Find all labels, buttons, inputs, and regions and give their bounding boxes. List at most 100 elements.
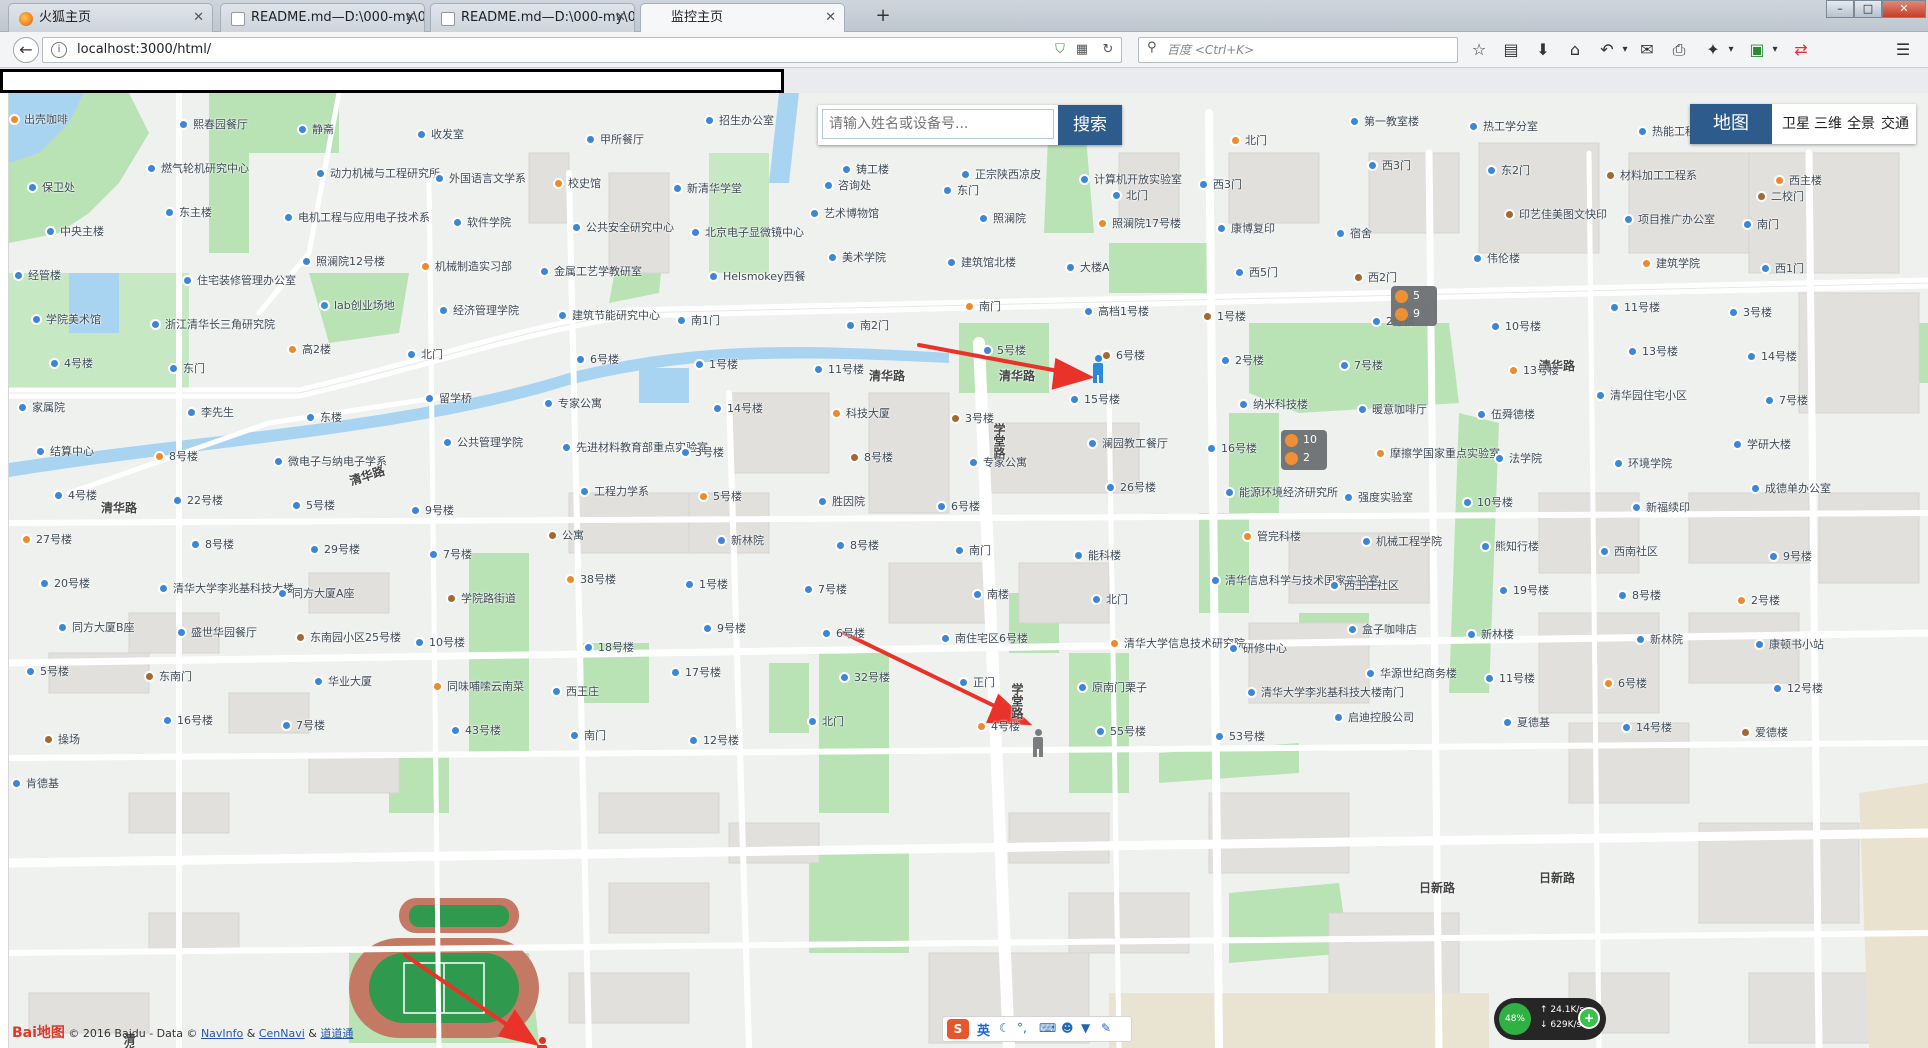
place-label[interactable]: 西王庄 (566, 683, 599, 699)
poi-marker[interactable] (446, 593, 457, 604)
poi-marker[interactable] (1375, 448, 1386, 459)
poi-marker[interactable] (1750, 483, 1761, 494)
back-button[interactable]: ← (13, 37, 39, 63)
poi-marker[interactable] (1333, 712, 1344, 723)
poi-marker[interactable] (688, 735, 699, 746)
place-label[interactable]: 项目推广办公室 (1638, 211, 1715, 227)
chevron-down-icon[interactable]: ▾ (1614, 39, 1636, 61)
daodaotong-link[interactable]: 道道通 (320, 1027, 353, 1040)
place-label[interactable]: 5号楼 (997, 342, 1026, 358)
network-speed-widget[interactable]: 48% ↑ 24.1K/s ↓ 629K/s + (1494, 998, 1606, 1040)
poi-marker[interactable] (684, 579, 695, 590)
poi-marker[interactable] (49, 358, 60, 369)
place-label[interactable]: 1号楼 (699, 576, 728, 592)
place-label[interactable]: 3号楼 (1743, 304, 1772, 320)
poi-marker[interactable] (1760, 263, 1771, 274)
place-label[interactable]: 学研大楼 (1747, 436, 1791, 452)
place-label[interactable]: 法学院 (1509, 450, 1542, 466)
place-label[interactable]: 西1门 (1775, 260, 1804, 276)
place-label[interactable]: 4号楼 (991, 718, 1020, 734)
place-label[interactable]: 暖意咖啡厅 (1372, 401, 1427, 417)
place-label[interactable]: 东楼 (320, 409, 342, 425)
poi-marker[interactable] (1367, 160, 1378, 171)
place-label[interactable]: 北门 (1126, 187, 1148, 203)
poi-marker[interactable] (1343, 492, 1354, 503)
place-label[interactable]: 南门 (969, 542, 991, 558)
poi-marker[interactable] (1502, 717, 1513, 728)
place-label[interactable]: 二校门 (1771, 188, 1804, 204)
place-label[interactable]: 9号楼 (425, 502, 454, 518)
poi-marker[interactable] (158, 583, 169, 594)
place-label[interactable]: 印艺佳美图文快印 (1519, 206, 1607, 222)
reload-icon[interactable]: ↻ (1099, 41, 1117, 59)
poi-marker[interactable] (964, 301, 975, 312)
name-or-device-search-input[interactable] (822, 109, 1054, 139)
poi-marker[interactable] (1595, 390, 1606, 401)
poi-marker[interactable] (1353, 272, 1364, 283)
place-label[interactable]: 公共管理学院 (457, 434, 523, 450)
close-icon[interactable]: ✕ (193, 4, 204, 32)
place-label[interactable]: 结算中心 (50, 443, 94, 459)
poi-marker[interactable] (813, 364, 824, 375)
poi-marker[interactable] (1466, 629, 1477, 640)
place-label[interactable]: 肯德基 (26, 775, 59, 791)
poi-marker[interactable] (1468, 121, 1479, 132)
poi-marker[interactable] (942, 185, 953, 196)
tools-icon[interactable]: ✎ (1101, 1021, 1111, 1035)
close-icon[interactable]: ✕ (615, 4, 626, 32)
map-canvas[interactable]: 清华路 清华路 清华路 清华路 清华路 学堂路 学堂路 日新路 日新路 清华南路… (9, 93, 1928, 1048)
chat-icon[interactable]: ✉ (1636, 39, 1658, 61)
place-label[interactable]: 西南社区 (1614, 543, 1658, 559)
place-label[interactable]: 43号楼 (465, 722, 501, 738)
poi-marker[interactable] (1230, 135, 1241, 146)
place-label[interactable]: 研修中心 (1243, 640, 1287, 656)
place-label[interactable]: 清华大学信息技术研究院 (1124, 635, 1245, 651)
poi-marker[interactable] (1599, 546, 1610, 557)
tab-readme-2[interactable]: README.md—D:\000-my\0... ✕ (430, 3, 635, 32)
place-label[interactable]: 14号楼 (1636, 719, 1672, 735)
place-label[interactable]: 同方大厦B座 (72, 619, 135, 635)
place-label[interactable]: 2号楼 (1235, 352, 1264, 368)
place-label[interactable]: Helsmokey西餐 (723, 268, 806, 284)
poi-marker[interactable] (1486, 165, 1497, 176)
poi-marker[interactable] (416, 129, 427, 140)
place-label[interactable]: 建筑节能研究中心 (572, 307, 660, 323)
place-label[interactable]: 照澜院17号楼 (1112, 215, 1181, 231)
menu-icon[interactable]: ☰ (1892, 39, 1914, 61)
place-label[interactable]: 1号楼 (1217, 308, 1246, 324)
poi-marker[interactable] (845, 320, 856, 331)
poi-marker[interactable] (291, 500, 302, 511)
place-label[interactable]: 55号楼 (1110, 723, 1146, 739)
place-label[interactable]: 10号楼 (1477, 494, 1513, 510)
poi-marker[interactable] (424, 393, 435, 404)
poi-marker[interactable] (571, 222, 582, 233)
poi-marker[interactable] (1224, 487, 1235, 498)
shield-icon[interactable]: ⛉ (1051, 41, 1069, 59)
poi-marker[interactable] (976, 721, 987, 732)
poi-marker[interactable] (831, 408, 842, 419)
place-label[interactable]: 科技大厦 (846, 405, 890, 421)
poi-marker[interactable] (1504, 209, 1515, 220)
poi-marker[interactable] (676, 315, 687, 326)
place-label[interactable]: 摩擦学国家重点实验室 (1390, 445, 1500, 461)
poi-marker[interactable] (1623, 214, 1634, 225)
place-label[interactable]: 11号楼 (1499, 670, 1535, 686)
moon-icon[interactable]: ☾ (999, 1021, 1010, 1035)
poi-marker[interactable] (1732, 439, 1743, 450)
place-label[interactable]: 清华大学李兆基科技大楼南门 (1261, 684, 1404, 700)
place-label[interactable]: 材料加工工程系 (1620, 167, 1697, 183)
poi-marker[interactable] (1206, 443, 1217, 454)
poi-marker[interactable] (432, 681, 443, 692)
poi-marker[interactable] (287, 344, 298, 355)
poi-marker[interactable] (1756, 191, 1767, 202)
poi-marker[interactable] (968, 457, 979, 468)
marker-cluster[interactable]: 5 9 (1391, 286, 1437, 326)
minimize-button[interactable]: – (1826, 0, 1854, 18)
poi-marker[interactable] (1347, 624, 1358, 635)
place-label[interactable]: 康顿书小站 (1769, 636, 1824, 652)
poi-marker[interactable] (583, 642, 594, 653)
poi-marker[interactable] (21, 534, 32, 545)
map-type-panorama[interactable]: 全景 (1847, 104, 1875, 144)
poi-marker[interactable] (146, 163, 157, 174)
person-marker-red[interactable] (536, 1037, 548, 1048)
